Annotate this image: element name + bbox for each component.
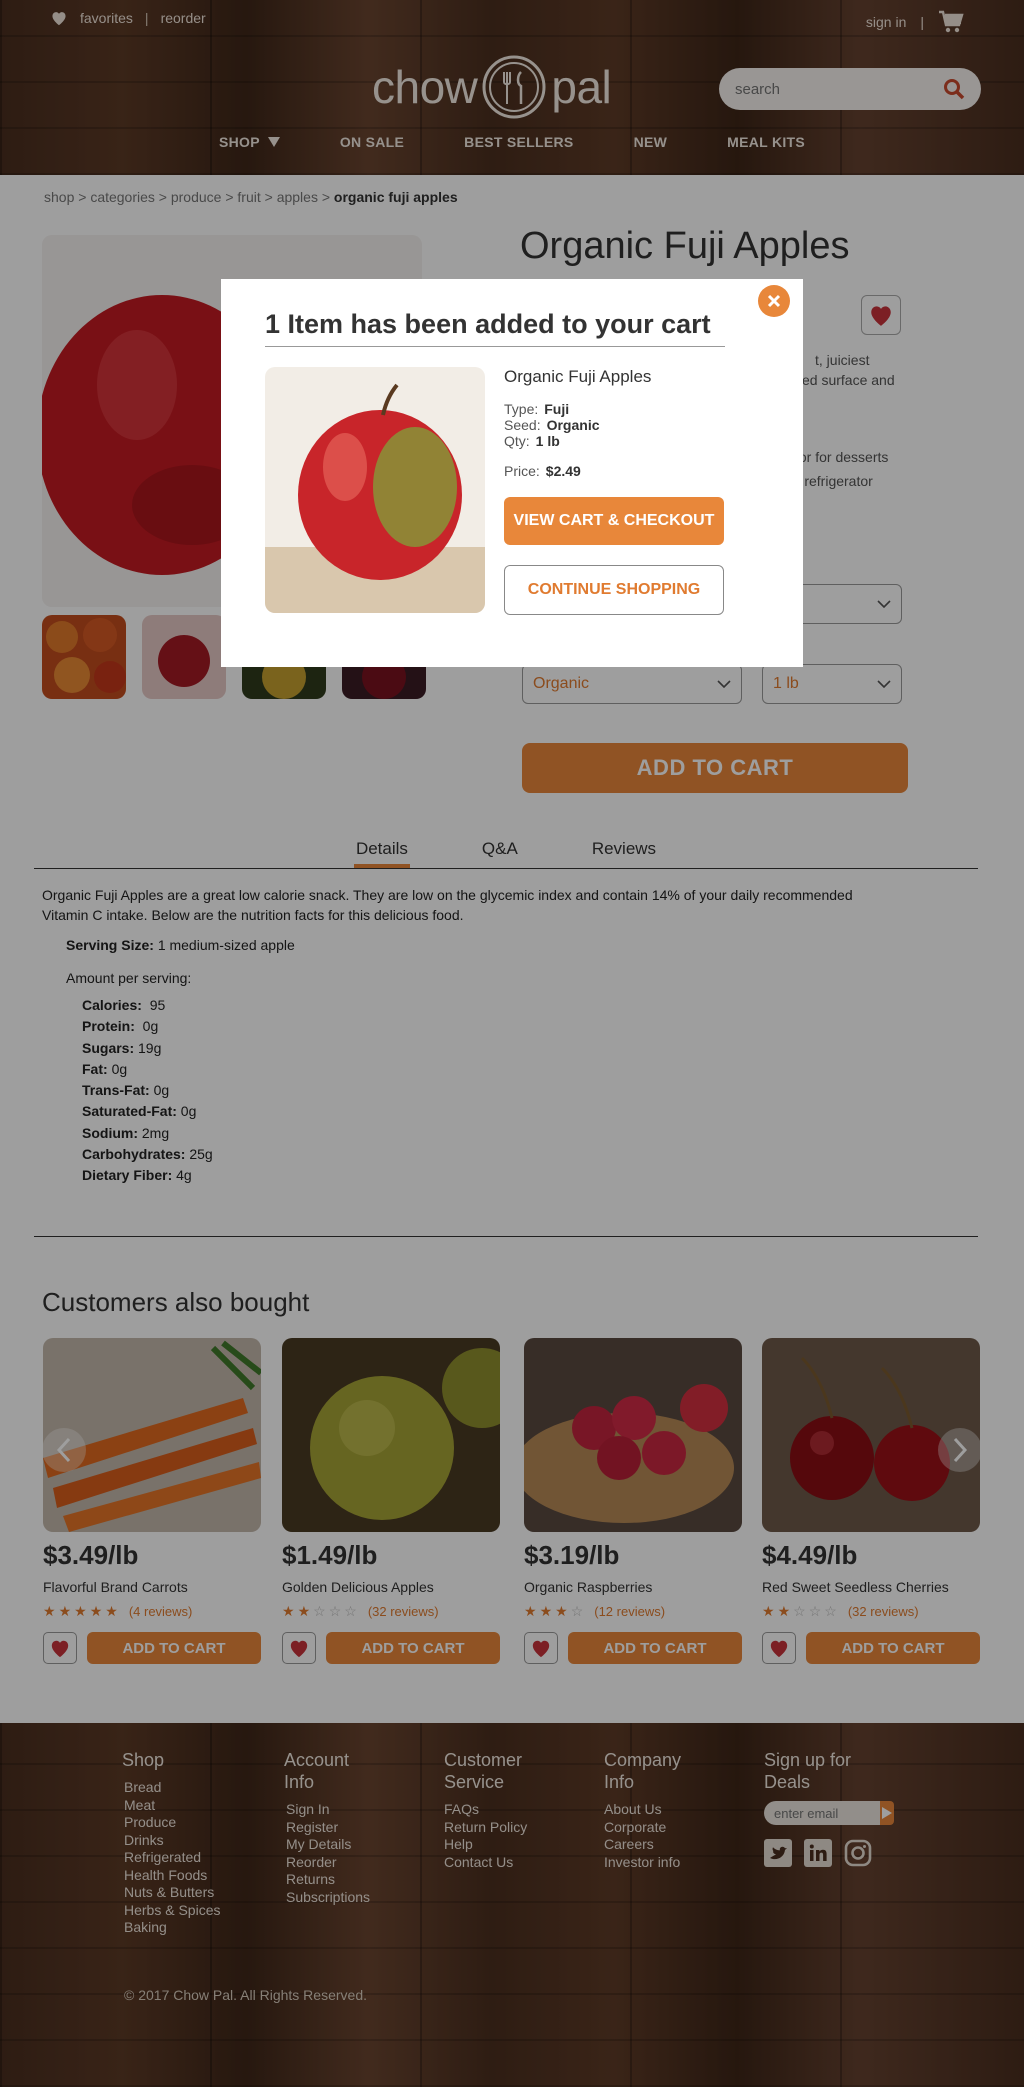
apple-image bbox=[265, 367, 485, 613]
modal-product-image bbox=[265, 367, 485, 613]
price-value: $2.49 bbox=[545, 463, 581, 479]
added-to-cart-modal: 1 Item has been added to your cart Organ… bbox=[221, 279, 803, 667]
price-label: Price: bbox=[504, 463, 540, 479]
modal-title: 1 Item has been added to your cart bbox=[265, 309, 725, 347]
modal-price: Price: $2.49 bbox=[504, 463, 581, 479]
close-icon bbox=[767, 294, 781, 308]
modal-product-specs: Type: Fuji Seed: Organic Qty: 1 lb bbox=[504, 401, 600, 449]
view-cart-checkout-button[interactable]: VIEW CART & CHECKOUT bbox=[504, 497, 724, 545]
continue-shopping-button[interactable]: CONTINUE SHOPPING bbox=[504, 565, 724, 615]
seed-label: Seed: bbox=[504, 417, 541, 433]
type-label: Type: bbox=[504, 401, 539, 417]
seed-value: Organic bbox=[546, 417, 600, 433]
modal-product-name: Organic Fuji Apples bbox=[504, 367, 652, 386]
close-button[interactable] bbox=[758, 285, 790, 317]
qty-value: 1 lb bbox=[535, 433, 560, 449]
qty-label: Qty: bbox=[504, 433, 530, 449]
type-value: Fuji bbox=[544, 401, 570, 417]
